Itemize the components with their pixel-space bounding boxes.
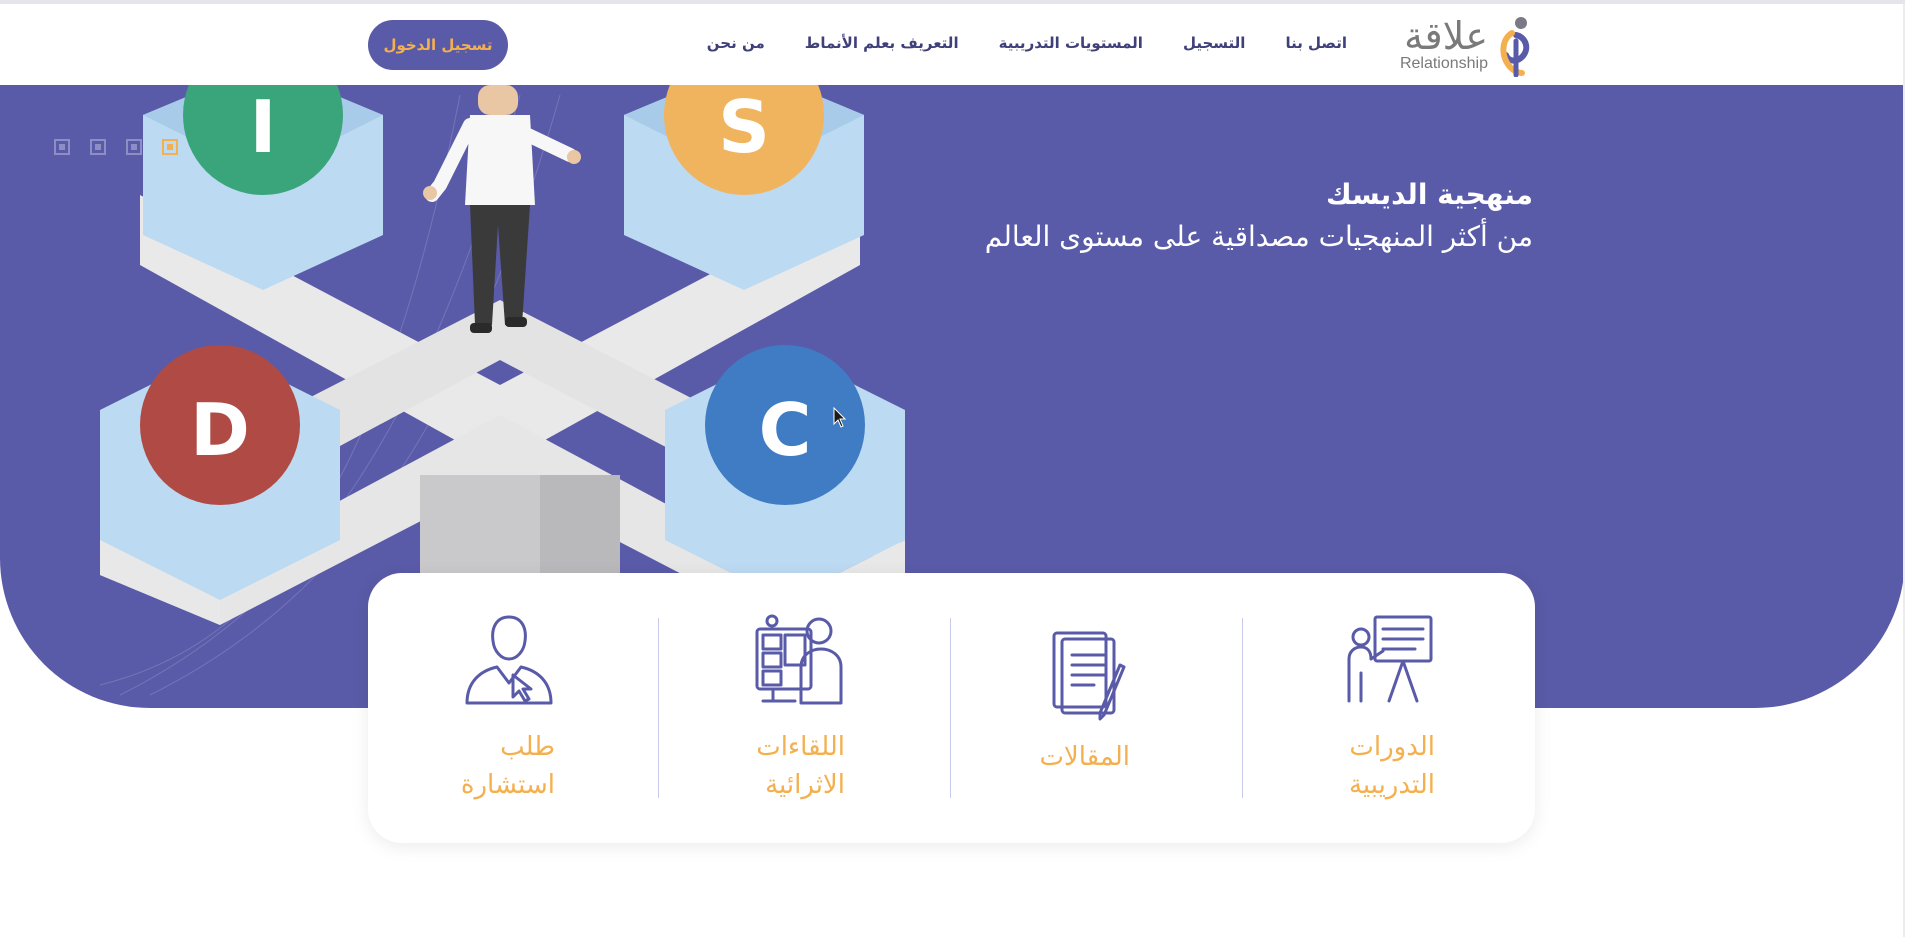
service-meetings-label: اللقاءات الاثرائية [756, 732, 845, 800]
mouse-pointer-icon [833, 407, 847, 428]
logo-english-text: Relationship [1399, 55, 1488, 72]
login-button[interactable]: تسجيل الدخول [368, 20, 508, 70]
service-meetings[interactable]: اللقاءات الاثرائية [553, 613, 845, 803]
disc-letter-d: D [190, 388, 250, 472]
service-consultation-label: طلب استشارة [460, 732, 555, 800]
service-divider [658, 618, 659, 798]
logo-arabic-text: علاقة [1404, 14, 1488, 58]
slider-dot-1[interactable] [54, 139, 70, 155]
disc-letter-i: I [250, 85, 277, 169]
main-nav: من نحن التعريف بعلم الأنماط المستويات ال… [707, 34, 1347, 52]
slider-dots [54, 139, 178, 155]
nav-item-patterns[interactable]: التعريف بعلم الأنماط [805, 34, 959, 52]
training-presentation-icon [1347, 615, 1433, 703]
block-d: D [100, 345, 340, 625]
hero-subtitle: من أكثر المنهجيات مصداقية على مستوى العا… [984, 220, 1533, 253]
consultation-user-icon [465, 615, 553, 705]
video-meetings-icon [755, 614, 843, 705]
person-figure [423, 85, 581, 333]
site-header: علاقة Relationship من نحن التعريف بعلم ا… [0, 4, 1905, 85]
disc-letter-c: C [759, 388, 812, 472]
service-divider [950, 618, 951, 798]
articles-notebook-icon [1052, 631, 1126, 721]
slider-dot-4-active[interactable] [162, 139, 178, 155]
disc-letter-s: S [718, 85, 770, 169]
nav-item-register[interactable]: التسجيل [1183, 34, 1245, 52]
slider-dot-2[interactable] [90, 139, 106, 155]
service-divider [1242, 618, 1243, 798]
service-consultation[interactable]: طلب استشارة [263, 613, 555, 803]
relationship-logo-mark-icon [1500, 17, 1530, 77]
nav-item-levels[interactable]: المستويات التدريبية [999, 34, 1143, 52]
slider-dot-3[interactable] [126, 139, 142, 155]
services-card: الدورات التدريبية المقالات اللقاءات الاث… [368, 573, 1535, 843]
service-articles[interactable]: المقالات [838, 613, 1130, 803]
service-training-label: الدورات التدريبية [1348, 732, 1435, 800]
nav-item-contact[interactable]: اتصل بنا [1285, 34, 1347, 52]
service-articles-label: المقالات [1039, 742, 1130, 772]
nav-item-about[interactable]: من نحن [707, 34, 765, 52]
service-training-courses[interactable]: الدورات التدريبية [1143, 613, 1435, 803]
site-logo[interactable]: علاقة Relationship [1376, 10, 1536, 80]
hero-title: منهجية الديسك [1326, 178, 1533, 211]
